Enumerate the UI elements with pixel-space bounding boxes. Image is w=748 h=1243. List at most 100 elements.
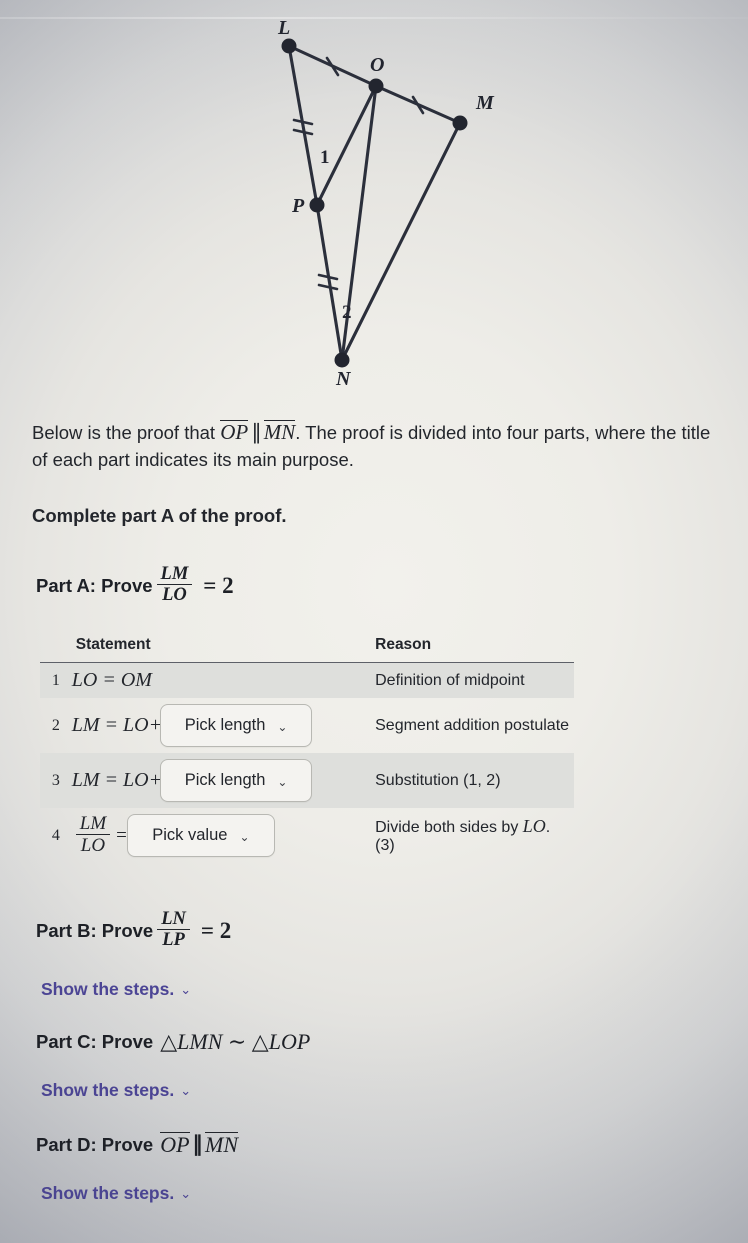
congruence-tick-marks	[292, 56, 425, 291]
chevron-down-icon: ⌄	[180, 1083, 192, 1098]
proof-table-body: 1 LO = OM Definition of midpoint 2 LM = …	[40, 662, 574, 864]
vertex-label-M: M	[475, 92, 495, 114]
triangle-diagram-svg: L O M P N 1 2	[277, 17, 495, 390]
page-background: L O M P N 1 2 Below is the proof that OP…	[0, 0, 748, 1243]
proof-table-header-row: Statement Reason	[40, 636, 574, 663]
row-reason: Substitution (1, 2)	[375, 753, 574, 808]
row-reason: Segment addition postulate	[375, 716, 570, 734]
vertex-dot-L	[281, 38, 297, 54]
vertex-dots	[281, 38, 468, 368]
part-b-label: Part B: Prove	[36, 920, 154, 942]
statement-with-picker: LM = LO+ Pick length ⌄	[72, 759, 375, 802]
part-a-label: Part A: Prove	[36, 575, 153, 597]
part-b-fraction: LN LP	[157, 909, 190, 950]
statement-math-prefix: LM = LO+	[71, 769, 163, 791]
statement-numerator: LM	[79, 812, 107, 834]
statement-with-picker: LM = LO+ Pick length ⌄	[72, 704, 375, 747]
proof-table: Statement Reason 1 LO = OM Definition of…	[40, 636, 574, 863]
parallel-symbol-part-d: ∥	[192, 1132, 203, 1156]
part-b-heading: Part B: Prove LN LP = 2	[36, 909, 232, 951]
vertex-label-N: N	[335, 368, 352, 390]
header-statement: Statement	[71, 636, 376, 663]
statement-with-picker: LM LO = Pick value ⌄	[72, 812, 375, 857]
row-statement: LM LO = Pick value ⌄	[72, 808, 375, 863]
row-reason: Divide both sides by LO. (3)	[375, 808, 574, 863]
part-d-segment-op: OP	[160, 1132, 190, 1158]
pick-length-dropdown-row2-label: Pick length	[184, 716, 266, 734]
table-row: 4 LM LO = Pick value ⌄ Divide both sides…	[40, 808, 574, 863]
table-row: 1 LO = OM Definition of midpoint	[40, 662, 574, 698]
chevron-down-icon: ⌄	[180, 1186, 192, 1201]
part-b-numerator: LN	[161, 909, 186, 929]
table-row: 3 LM = LO+ Pick length ⌄ Substitution (1…	[40, 753, 574, 808]
row-statement: LM = LO+ Pick length ⌄	[71, 753, 376, 808]
statement-fraction: LM LO	[75, 812, 111, 856]
intro-before: Below is the proof that	[32, 422, 216, 443]
show-steps-part-c-label: Show the steps.	[41, 1080, 175, 1100]
part-d-heading: Part D: Prove OP ∥ MN	[36, 1132, 239, 1158]
vertex-label-L: L	[277, 17, 290, 39]
pick-length-dropdown-row3-label: Pick length	[184, 771, 266, 789]
part-c-heading: Part C: Prove △LMN ∼ △LOP	[36, 1029, 310, 1055]
part-c-math: △LMN ∼ △LOP	[160, 1029, 311, 1054]
row-number: 3	[40, 753, 72, 808]
statement-math: LO = OM	[71, 669, 152, 691]
part-d-label: Part D: Prove	[36, 1133, 154, 1155]
statement-math-prefix: LM = LO+	[71, 714, 163, 736]
part-b-equals: = 2	[200, 918, 232, 944]
part-b-denominator: LP	[157, 929, 190, 950]
pick-value-dropdown-row4-label: Pick value	[152, 826, 228, 844]
part-a-equals: = 2	[203, 573, 234, 599]
statement-denominator: LO	[75, 833, 111, 856]
segment-PN	[315, 203, 344, 362]
proof-table-head: Statement Reason	[40, 636, 574, 663]
show-steps-part-d-label: Show the steps.	[41, 1183, 175, 1203]
row-number: 1	[40, 662, 72, 698]
part-a-heading: Part A: Prove LM LO = 2	[36, 564, 234, 606]
statement-equals-sign: =	[116, 824, 127, 846]
reason-math: LO	[522, 816, 546, 836]
show-steps-part-c[interactable]: Show the steps. ⌄	[41, 1080, 191, 1101]
intro-paragraph: Below is the proof that OP ∥ MN. The proof…	[32, 419, 722, 473]
table-row: 2 LM = LO+ Pick length ⌄ Segment additio…	[40, 698, 574, 753]
part-c-label: Part C: Prove	[36, 1031, 154, 1052]
row-statement: LO = OM	[71, 662, 376, 698]
row-number: 4	[51, 826, 60, 844]
header-reason: Reason	[375, 636, 574, 663]
header-number	[40, 636, 72, 663]
pick-length-dropdown-row2[interactable]: Pick length ⌄	[160, 704, 313, 747]
part-a-denominator: LO	[156, 584, 193, 605]
segment-MN	[340, 121, 462, 362]
intro-segment-op: OP	[220, 420, 249, 444]
vertex-label-O: O	[370, 54, 384, 76]
chevron-down-icon: ⌄	[277, 719, 288, 734]
geometry-figure: L O M P N 1 2	[250, 0, 530, 400]
tick-PN-2	[317, 283, 339, 291]
vertex-dot-O	[368, 78, 384, 94]
part-a-numerator: LM	[160, 564, 189, 584]
chevron-down-icon: ⌄	[277, 774, 288, 789]
row-statement: LM = LO+ Pick length ⌄	[72, 698, 375, 753]
chevron-down-icon: ⌄	[180, 982, 192, 997]
show-steps-part-b[interactable]: Show the steps. ⌄	[41, 979, 191, 1000]
chevron-down-icon: ⌄	[239, 829, 250, 844]
vertex-label-P: P	[291, 195, 305, 217]
parallel-symbol-intro: ∥	[251, 420, 261, 444]
show-steps-part-b-label: Show the steps.	[41, 979, 175, 999]
show-steps-part-d[interactable]: Show the steps. ⌄	[41, 1183, 191, 1204]
segment-LP	[287, 44, 319, 207]
row-reason: Definition of midpoint	[375, 662, 574, 698]
reason-before: Divide both sides by	[375, 819, 519, 836]
angle-label-1: 1	[320, 147, 330, 168]
pick-length-dropdown-row3[interactable]: Pick length ⌄	[160, 759, 313, 802]
part-a-fraction: LM LO	[156, 564, 193, 605]
part-d-segment-mn: MN	[205, 1132, 239, 1158]
row-number: 2	[51, 716, 60, 734]
angle-labels: 1 2	[320, 147, 352, 323]
pick-value-dropdown-row4[interactable]: Pick value ⌄	[126, 814, 275, 857]
angle-label-2: 2	[342, 302, 352, 323]
complete-instruction: Complete part A of the proof.	[32, 505, 287, 526]
intro-segment-mn: MN	[263, 420, 296, 444]
vertex-dot-P	[309, 197, 325, 213]
vertex-dot-N	[334, 352, 350, 368]
